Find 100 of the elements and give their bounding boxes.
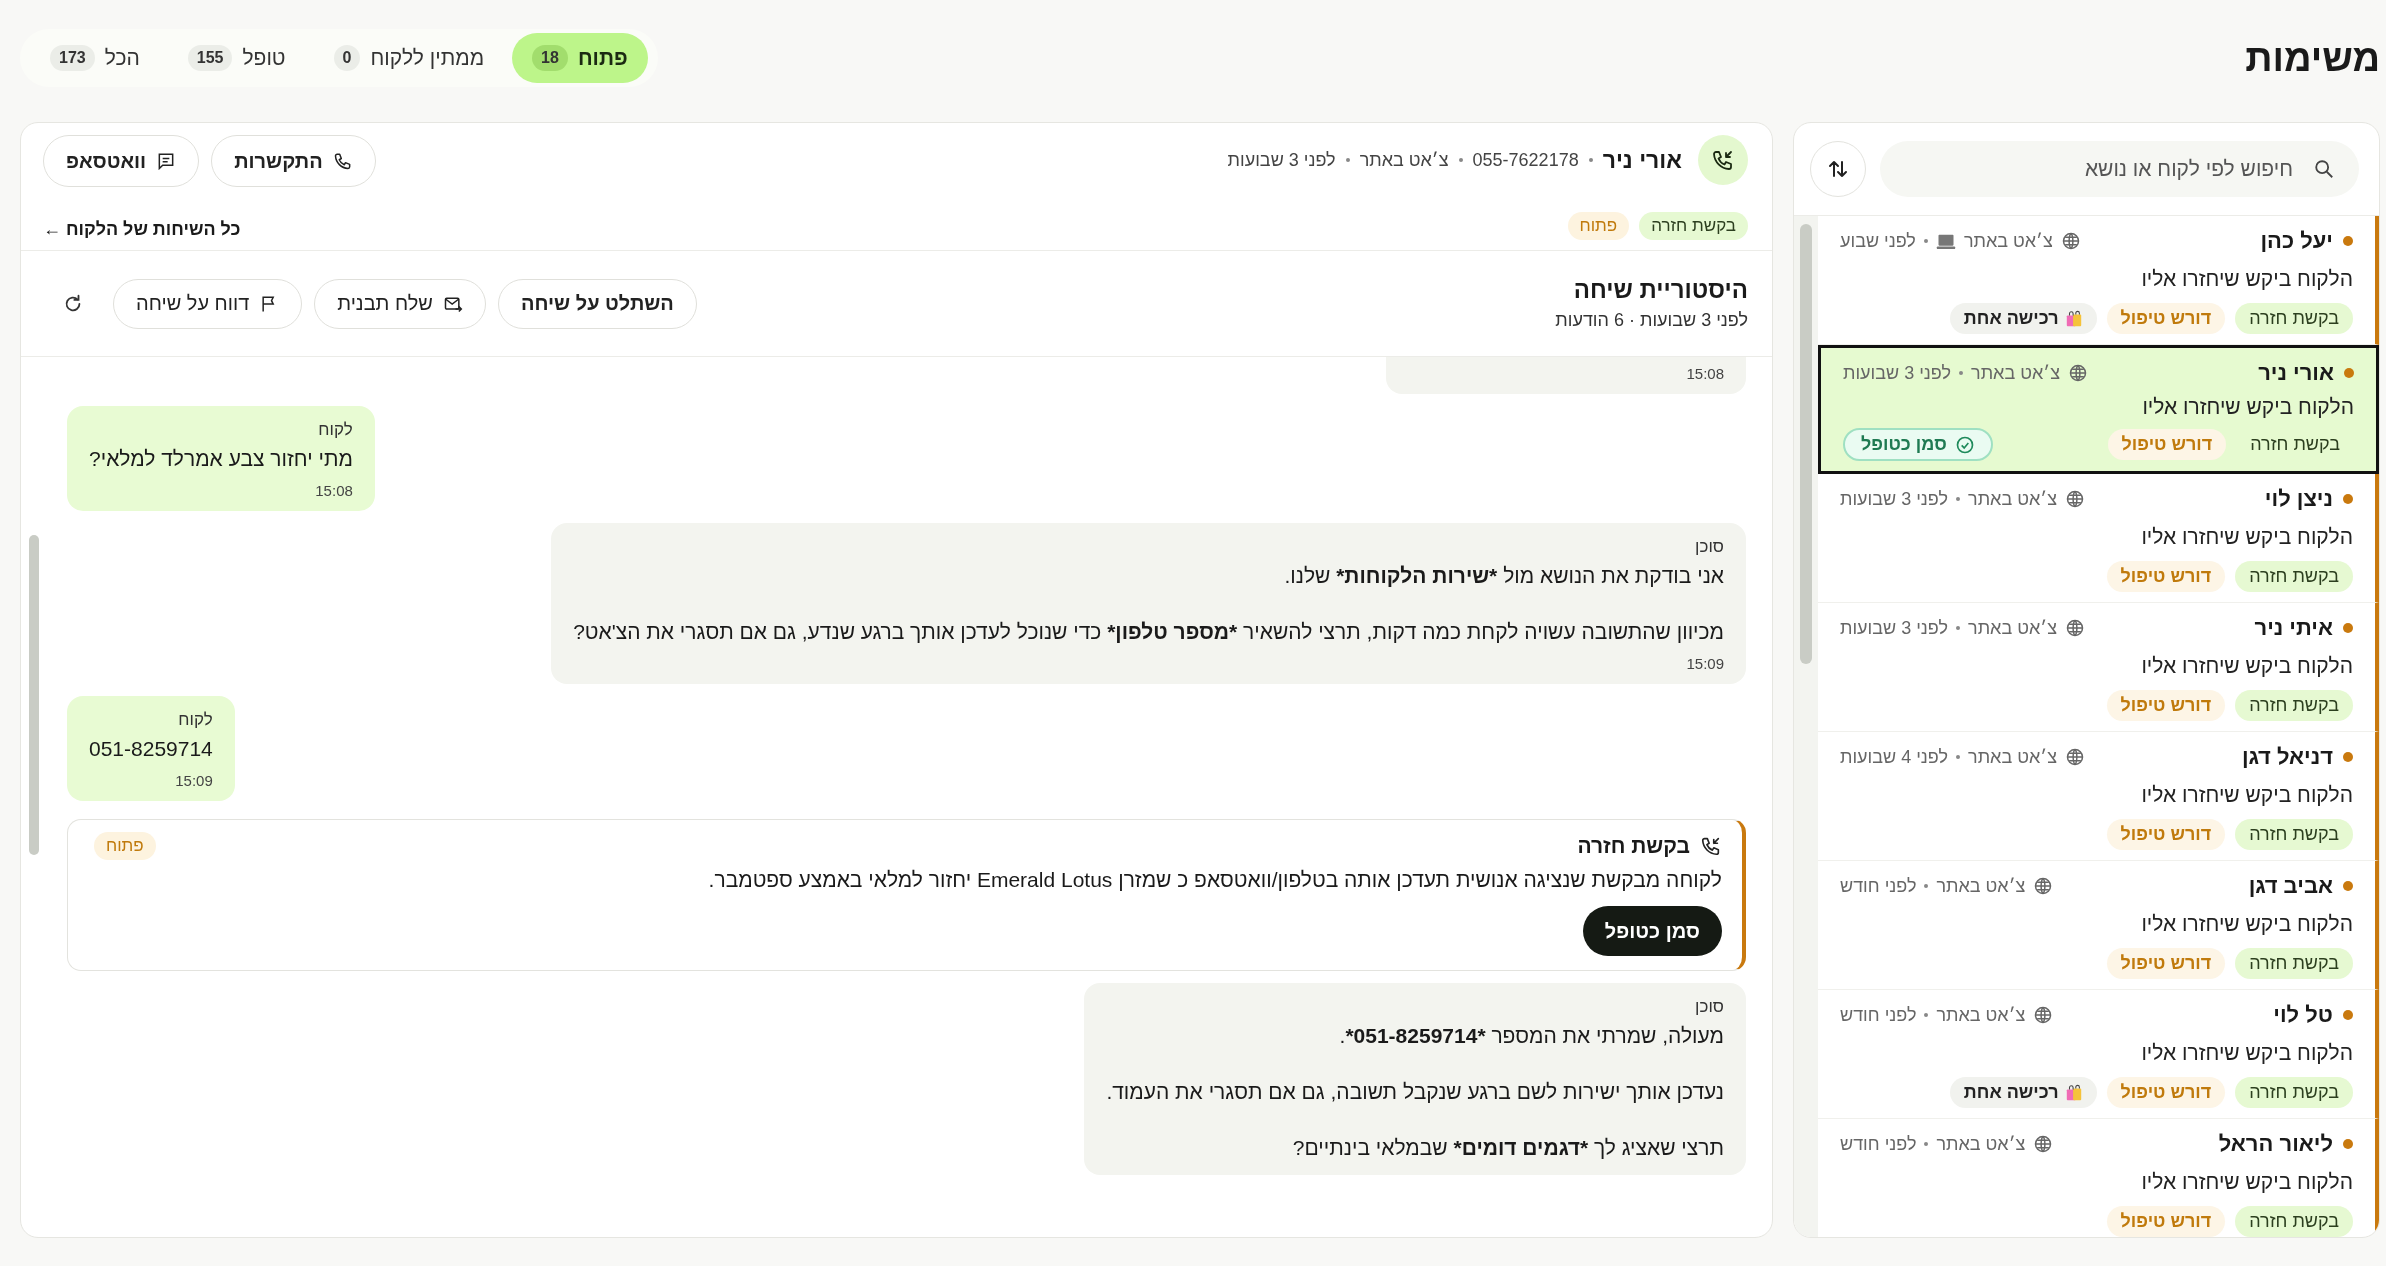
time-label: לפני חודש: [1840, 1004, 1917, 1026]
globe-icon: [2060, 231, 2081, 251]
takeover-button[interactable]: השתלט על שיחה: [497, 278, 697, 329]
message-time: 15:08: [314, 482, 353, 499]
conversation-item[interactable]: אביב דגן צ׳אט באתר לפני חודש הלקוח ביקש שיחזרו אליו בקשת חזרה דורש טיפול: [1818, 861, 2379, 990]
customer-name: איתי ניר: [2254, 615, 2333, 641]
globe-icon: [2033, 1005, 2054, 1025]
status-dot: [2344, 368, 2354, 378]
time-label: לפני 4 שבועות: [1840, 746, 1949, 768]
search-field[interactable]: חיפוש לפי לקוח או נושא: [1880, 141, 2359, 197]
message-text: תרצי שאציג לך *דגמים דומים* שבמלאי בינתיים?: [1291, 1135, 1724, 1161]
message-time: 15:09: [174, 772, 213, 789]
priority-tag: דורש טיפול: [2106, 1077, 2226, 1108]
purchase-tag: רכישה אחת: [1949, 303, 2097, 334]
status-badge: פתוח: [94, 832, 156, 860]
time-label: לפני 3 שבועות: [1227, 149, 1336, 171]
status-dot: [2343, 881, 2353, 891]
status-tag: בקשת חזרה: [2235, 303, 2353, 334]
phone-callback-icon: [1698, 135, 1748, 185]
message-text: אני בודקת את הנושא מול *שירות הלקוחות* שלנו.: [1283, 563, 1724, 589]
conversation-item[interactable]: טל לוי צ׳אט באתר לפני חודש הלקוח ביקש שיחזרו אליו בקשת חזרה דורש טיפול רכישה אחת: [1818, 990, 2379, 1119]
message-time: 15:08: [1685, 365, 1724, 382]
call-button[interactable]: התקשרות: [211, 135, 376, 187]
status-dot: [2343, 752, 2353, 762]
check-circle-icon: [1954, 434, 1975, 455]
priority-tag: דורש טיפול: [2106, 561, 2226, 592]
customer-name: יעל כהן: [2260, 228, 2333, 254]
mark-done-button[interactable]: סמן כטופל: [1582, 906, 1722, 956]
sort-button[interactable]: [1810, 141, 1866, 197]
customer-name: אורי ניר: [1602, 146, 1682, 174]
customer-name: ליאור הראל: [2218, 1131, 2333, 1157]
item-description: הלקוח ביקש שיחזרו אליו: [2140, 524, 2353, 549]
message-time: 15:09: [1685, 655, 1724, 672]
priority-tag: דורש טיפול: [2106, 1206, 2226, 1237]
conversation-item[interactable]: איתי ניר צ׳אט באתר לפני 3 שבועות הלקוח ביקש שיחזרו אליו בקשת חזרה דורש טיפול: [1818, 603, 2379, 732]
status-tag: בקשת חזרה: [2235, 1206, 2353, 1237]
scrollbar-thumb[interactable]: [1800, 224, 1812, 664]
customer-name: דניאל דגן: [2241, 744, 2333, 770]
status-tag: בקשת חזרה: [2235, 819, 2353, 850]
status-tag: בקשת חזרה: [2235, 1077, 2353, 1108]
time-label: לפני 3 שבועות: [1840, 617, 1949, 639]
conversation-item[interactable]: ניצן לוי צ׳אט באתר לפני 3 שבועות הלקוח ביקש שיחזרו אליו בקשת חזרה דורש טיפול: [1818, 474, 2379, 603]
page-title: משימות: [2245, 36, 2380, 80]
request-title: בקשת חזרה: [1577, 834, 1690, 858]
customer-name: אורי ניר: [2258, 360, 2334, 386]
channel-label: צ׳אט באתר: [1936, 1133, 2026, 1155]
phone-number: 055-7622178: [1472, 149, 1579, 171]
scrollbar-thumb[interactable]: [29, 535, 39, 855]
item-description: הלקוח ביקש שיחזרו אליו: [2141, 395, 2354, 419]
sender-label: סוכן: [1694, 997, 1724, 1017]
item-description: הלקוח ביקש שיחזרו אליו: [2140, 1040, 2353, 1065]
item-description: הלקוח ביקש שיחזרו אליו: [2140, 1169, 2353, 1194]
time-label: לפני חודש: [1840, 1133, 1917, 1155]
section-subtitle: לפני 3 שבועות · 6 הודעות: [1555, 310, 1748, 331]
phone-callback-icon: [1700, 835, 1722, 857]
all-conversations-link[interactable]: כל השיחות של הלקוח ←: [43, 219, 241, 240]
conversation-item[interactable]: דניאל דגן צ׳אט באתר לפני 4 שבועות הלקוח ביקש שיחזרו אליו בקשת חזרה דורש טיפול: [1818, 732, 2379, 861]
item-description: הלקוח ביקש שיחזרו אליו: [2140, 653, 2353, 678]
report-button[interactable]: דווח על שיחה: [113, 278, 303, 329]
time-label: לפני שבוע: [1840, 230, 1916, 252]
channel-label: צ׳אט באתר: [1968, 488, 2057, 510]
message-text: נעדכן אותך ישירות לשם ברגע שנקבל תשובה, גם אם תסגרי את העמוד.: [1106, 1079, 1724, 1105]
globe-icon: [2033, 1134, 2054, 1154]
conversation-item[interactable]: אורי ניר צ׳אט באתר לפני 3 שבועות הלקוח ביקש שיחזרו אליו בקשת חזרה דורש טיפול סמן כטופל: [1818, 345, 2379, 474]
item-description: הלקוח ביקש שיחזרו אליו: [2140, 782, 2353, 807]
status-dot: [2343, 1139, 2353, 1149]
purchase-tag: רכישה אחת: [1949, 1077, 2097, 1108]
count-badge: 155: [187, 45, 233, 71]
sender-label: לקוח: [177, 710, 213, 730]
item-description: הלקוח ביקש שיחזרו אליו: [2140, 266, 2353, 291]
status-dot: [2343, 1010, 2353, 1020]
priority-tag: דורש טיפול: [2106, 690, 2226, 721]
count-badge: 173: [50, 45, 95, 71]
customer-name: טל לוי: [2273, 1002, 2333, 1028]
priority-tag: דורש טיפול: [2107, 429, 2227, 460]
status-dot: [2343, 236, 2353, 246]
globe-icon: [2064, 489, 2085, 509]
sender-label: סוכן: [1694, 537, 1724, 557]
mark-done-button[interactable]: סמן כטופל: [1843, 428, 1993, 461]
sender-label: לקוח: [317, 420, 353, 440]
channel-label: צ׳אט באתר: [1359, 149, 1449, 171]
status-badge: פתוח: [1567, 212, 1630, 240]
conversation-item[interactable]: ליאור הראל צ׳אט באתר לפני חודש הלקוח ביקש שיחזרו אליו בקשת חזרה דורש טיפול: [1818, 1119, 2379, 1237]
priority-tag: דורש טיפול: [2106, 303, 2226, 334]
channel-label: צ׳אט באתר: [1968, 617, 2057, 639]
globe-icon: [2033, 876, 2054, 896]
channel-label: צ׳אט באתר: [1963, 230, 2053, 252]
search-icon: [2313, 158, 2335, 180]
time-label: לפני 3 שבועות: [1843, 362, 1952, 384]
time-label: לפני 3 שבועות: [1840, 488, 1949, 510]
whatsapp-button[interactable]: וואטסאפ: [43, 135, 200, 187]
status-tag: בקשת חזרה: [2235, 948, 2353, 979]
globe-icon: [2067, 363, 2088, 383]
priority-tag: דורש טיפול: [2106, 819, 2226, 850]
status-tag: בקשת חזרה: [1639, 212, 1748, 240]
count-badge: 18: [532, 45, 568, 71]
globe-icon: [2064, 618, 2085, 638]
send-template-button[interactable]: שלח תבנית: [314, 278, 486, 329]
request-text: לקוחה מבקשת שנציגה אנושית תעדכן אותה בטלפון/וואטסאפ כ שמזרן Emerald Lotus יחזור למלאי באמצע ספטמבר.: [707, 868, 1722, 892]
time-label: לפני חודש: [1840, 875, 1917, 897]
